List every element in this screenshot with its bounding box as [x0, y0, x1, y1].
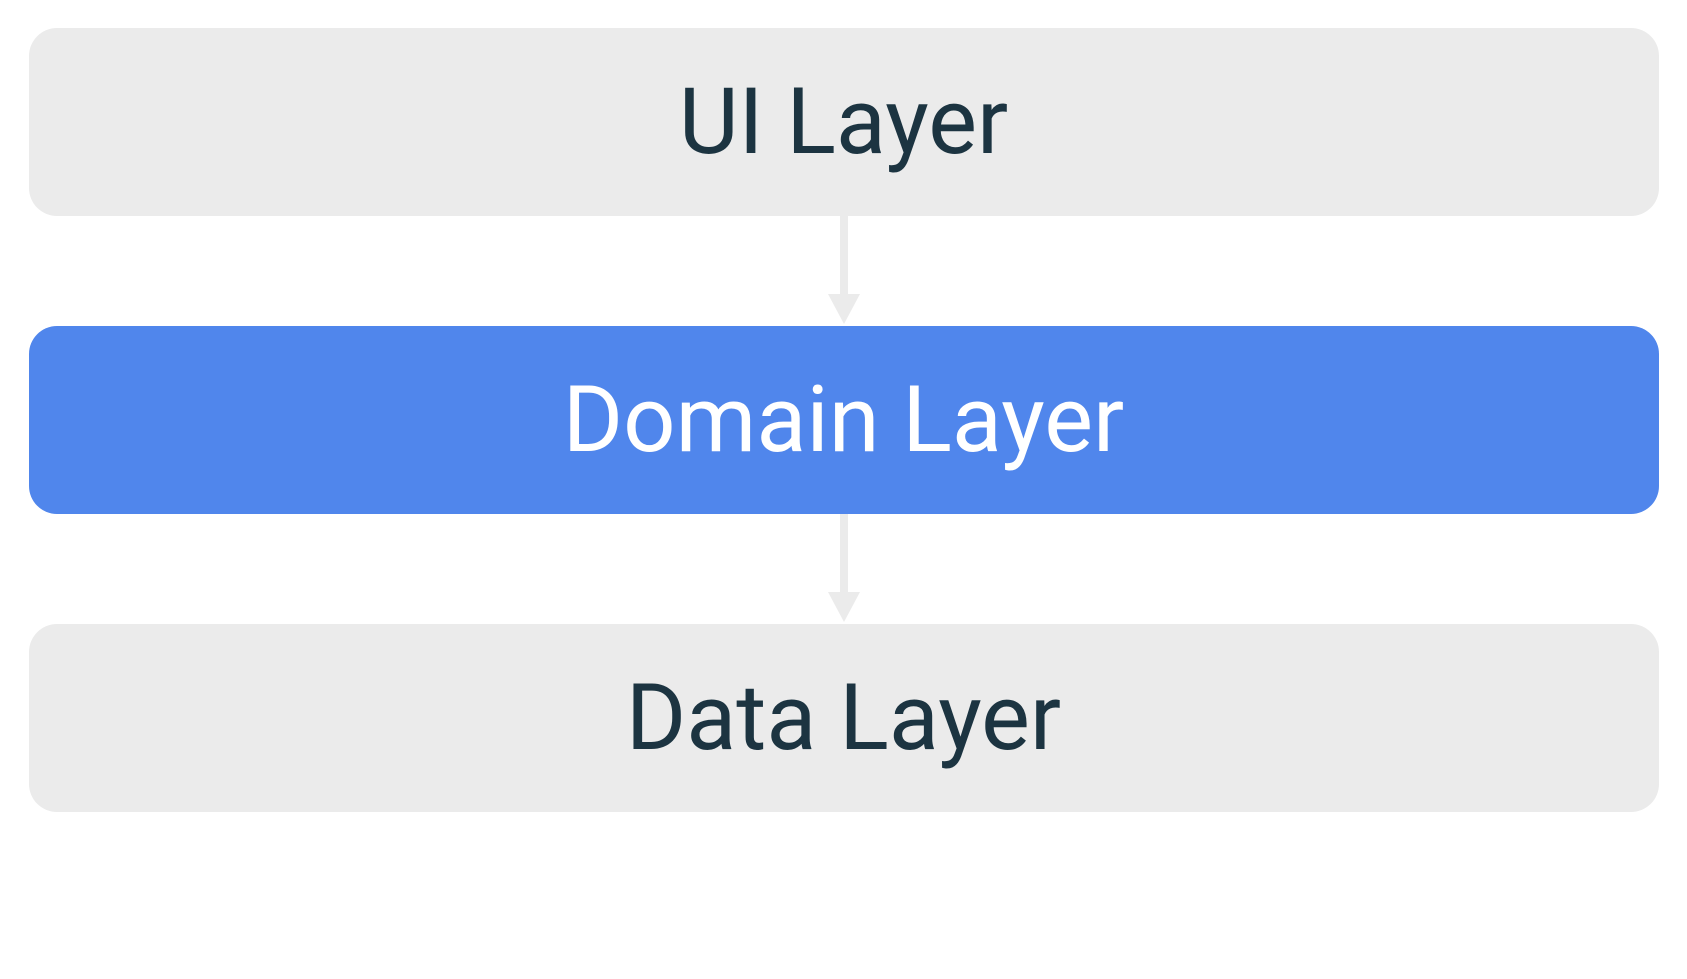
data-layer-box: Data Layer — [29, 624, 1659, 812]
arrow-down-icon — [824, 216, 864, 326]
arrow-domain-to-data — [824, 514, 864, 624]
domain-layer-box: Domain Layer — [29, 326, 1659, 514]
data-layer-label: Data Layer — [626, 665, 1061, 772]
arrow-down-icon — [824, 514, 864, 624]
ui-layer-box: UI Layer — [29, 28, 1659, 216]
ui-layer-label: UI Layer — [679, 69, 1008, 176]
arrow-ui-to-domain — [824, 216, 864, 326]
domain-layer-label: Domain Layer — [563, 367, 1124, 474]
